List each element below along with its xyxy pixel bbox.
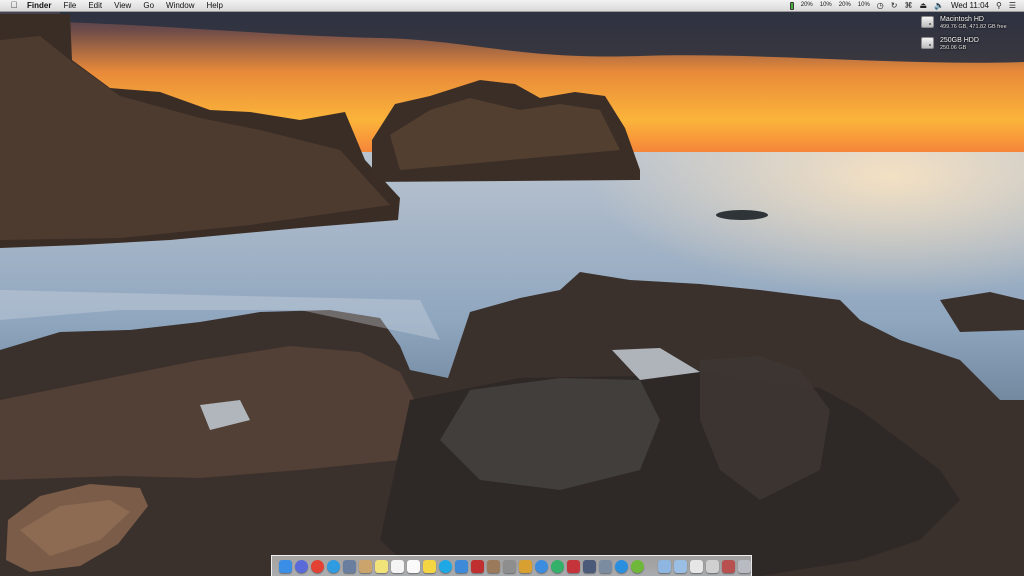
hard-drive-icon [921, 37, 934, 49]
appstore-blue-icon[interactable] [615, 559, 628, 573]
utility-icon[interactable] [503, 559, 516, 573]
eject-icon[interactable]: ⏏ [919, 0, 927, 11]
desktop-wallpaper [0, 0, 1024, 576]
documents-folder-icon[interactable] [674, 559, 687, 573]
menu-window[interactable]: Window [160, 0, 200, 11]
vine-icon[interactable] [551, 559, 564, 573]
spotlight-icon[interactable]: ⚲ [996, 0, 1002, 11]
volume-icon[interactable]: 🔈 [934, 0, 944, 11]
finder-icon[interactable] [279, 559, 292, 573]
skype-icon[interactable] [439, 559, 452, 573]
cpu-meter-3[interactable]: 20% [839, 0, 851, 11]
cpu-meter-4[interactable]: 10% [858, 0, 870, 11]
contacts-icon[interactable] [359, 559, 372, 573]
chrome-icon[interactable] [311, 559, 324, 573]
menu-app-finder[interactable]: Finder [21, 0, 57, 11]
itunes-icon[interactable] [535, 559, 548, 573]
drive-info: 499.76 GB, 471.82 GB free [940, 24, 1007, 30]
filezilla-icon[interactable] [567, 559, 580, 573]
textedit-icon[interactable] [407, 559, 420, 573]
notes-icon[interactable] [375, 559, 388, 573]
time-machine-icon[interactable]: ◷ [877, 0, 884, 11]
cpu-meter-2[interactable]: 10% [820, 0, 832, 11]
menu-edit[interactable]: Edit [82, 0, 108, 11]
drive-name: Macintosh HD [940, 16, 984, 23]
photo-icon[interactable] [343, 559, 356, 573]
menubar-clock[interactable]: Wed 11:04 [951, 0, 989, 11]
hard-drive-icon [921, 16, 934, 28]
battery-icon[interactable] [789, 1, 794, 10]
dock [271, 555, 752, 576]
menu-help[interactable]: Help [200, 0, 228, 11]
drive-name: 250GB HDD [940, 37, 979, 44]
network-icon[interactable] [599, 559, 612, 573]
menu-file[interactable]: File [57, 0, 82, 11]
notification-center-icon[interactable]: ☰ [1009, 0, 1016, 11]
calendar-icon[interactable] [391, 559, 404, 573]
menu-go[interactable]: Go [137, 0, 160, 11]
spotify-icon[interactable] [631, 559, 644, 573]
sync-icon[interactable]: ↻ [891, 0, 898, 11]
dashboard-icon[interactable] [583, 559, 596, 573]
desktop-drive-250gb-hdd[interactable]: 250GB HDD 250.06 GB [921, 37, 979, 52]
stickies-icon[interactable] [423, 559, 436, 573]
safari-icon[interactable] [327, 559, 340, 573]
photo-booth-icon[interactable] [471, 559, 484, 573]
screenshots-stack-icon[interactable] [706, 559, 719, 573]
apple-icon[interactable]:  [7, 0, 21, 11]
preview-icon[interactable] [487, 559, 500, 573]
menu-view[interactable]: View [108, 0, 137, 11]
image-stack-icon[interactable] [722, 559, 735, 573]
cpu-meter-1[interactable]: 20% [801, 0, 813, 11]
trash-icon[interactable] [738, 559, 751, 573]
app-store-icon[interactable] [455, 559, 468, 573]
applications-folder-icon[interactable] [658, 559, 671, 573]
desktop-drive-macintosh-hd[interactable]: Macintosh HD 499.76 GB, 471.82 GB free [921, 16, 1007, 31]
downloads-folder-icon[interactable] [690, 559, 703, 573]
color-picker-icon[interactable] [519, 559, 532, 573]
menu-bar:  Finder File Edit View Go Window Help 2… [0, 0, 1024, 12]
wifi-icon[interactable]: ⌘ [904, 0, 912, 11]
launchpad-icon[interactable] [295, 559, 308, 573]
drive-info: 250.06 GB [940, 45, 967, 51]
